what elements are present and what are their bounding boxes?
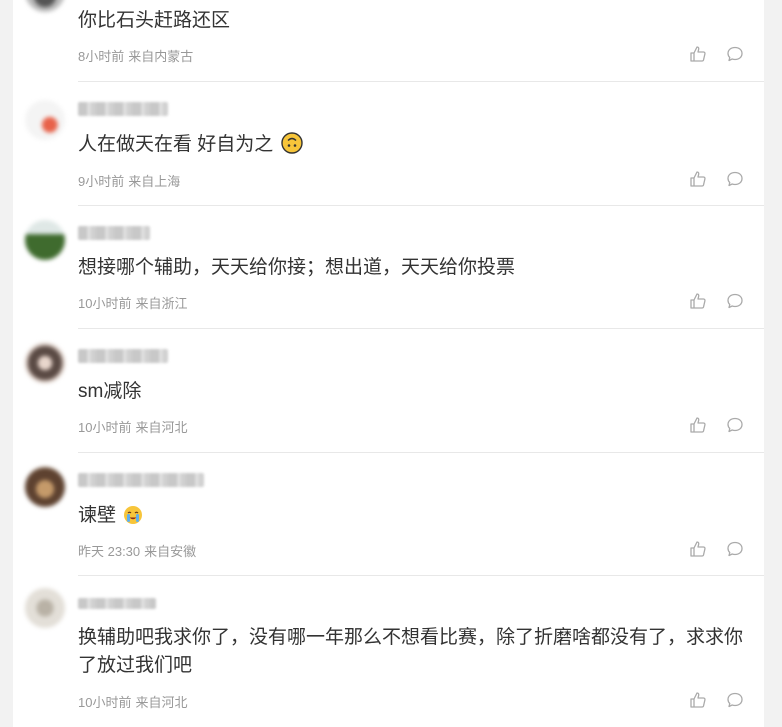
- username-blurred[interactable]: [78, 349, 168, 363]
- comment-time: 昨天 23:30: [78, 544, 141, 559]
- thumbs-up-icon[interactable]: [689, 691, 707, 709]
- avatar[interactable]: [25, 100, 65, 140]
- avatar[interactable]: [25, 467, 65, 507]
- username-blurred[interactable]: [78, 102, 168, 116]
- speech-bubble-icon[interactable]: [726, 540, 744, 558]
- comment-text: 谏壁: [78, 502, 744, 530]
- speech-bubble-icon[interactable]: [726, 292, 744, 310]
- comment-meta: 昨天 23:30 来自安徽: [78, 541, 200, 560]
- comment-location: 来自浙江: [135, 296, 188, 311]
- speech-bubble-icon[interactable]: [726, 691, 744, 709]
- comment-item: 你比石头赶路还区 8小时前 来自内蒙古: [13, 0, 764, 82]
- comment-item: 想接哪个辅助，天天给你接；想出道，天天给你投票 10小时前 来自浙江: [13, 206, 764, 329]
- comment-meta: 10小时前 来自河北: [78, 692, 191, 711]
- username-blurred[interactable]: [78, 226, 150, 240]
- comment-item: 谏壁 昨天 23:30 来自安徽: [13, 453, 764, 576]
- crying-face-emoji: [124, 506, 143, 524]
- comment-time: 8小时前: [78, 49, 125, 64]
- comment-location: 来自上海: [128, 174, 181, 189]
- speech-bubble-icon[interactable]: [726, 45, 744, 63]
- comment-time: 10小时前: [78, 695, 132, 710]
- comment-text: 你比石头赶路还区: [78, 10, 231, 31]
- username-blurred[interactable]: [78, 473, 204, 487]
- comment-text: sm减除: [78, 381, 142, 402]
- comment-meta: 8小时前 来自内蒙古: [78, 46, 197, 65]
- comment-time: 10小时前: [78, 296, 132, 311]
- speech-bubble-icon[interactable]: [726, 170, 744, 188]
- thumbs-up-icon[interactable]: [689, 45, 707, 63]
- comment-item: 换辅助吧我求你了，没有哪一年那么不想看比赛，除了折磨啥都没有了，求求你了放过我们…: [13, 576, 764, 727]
- comment-location: 来自河北: [135, 695, 188, 710]
- thumbs-up-icon[interactable]: [689, 416, 707, 434]
- thumbs-up-icon[interactable]: [689, 292, 707, 310]
- comment-text-content: 谏壁: [78, 505, 117, 526]
- comment-text-content: 人在做天在看 好自为之: [78, 134, 274, 155]
- avatar[interactable]: [25, 588, 65, 628]
- comment-item: 人在做天在看 好自为之 9小时前 来自上海: [13, 82, 764, 206]
- comment-time: 9小时前: [78, 174, 125, 189]
- username-blurred[interactable]: [78, 598, 156, 609]
- comment-location: 来自河北: [135, 420, 188, 435]
- avatar[interactable]: [25, 220, 65, 260]
- comment-text: 人在做天在看 好自为之: [78, 131, 744, 159]
- avatar[interactable]: [25, 343, 65, 383]
- comment-text: 想接哪个辅助，天天给你接；想出道，天天给你投票: [78, 257, 516, 278]
- comment-text: 换辅助吧我求你了，没有哪一年那么不想看比赛，除了折磨啥都没有了，求求你了放过我们…: [78, 627, 744, 676]
- avatar[interactable]: [25, 0, 65, 12]
- comment-meta: 10小时前 来自河北: [78, 417, 191, 436]
- thumbs-up-icon[interactable]: [689, 540, 707, 558]
- speech-bubble-icon[interactable]: [726, 416, 744, 434]
- comment-meta: 9小时前 来自上海: [78, 171, 184, 190]
- upside-down-face-emoji: [280, 132, 303, 154]
- comment-meta: 10小时前 来自浙江: [78, 293, 191, 312]
- thumbs-up-icon[interactable]: [689, 170, 707, 188]
- comment-time: 10小时前: [78, 420, 132, 435]
- comment-location: 来自内蒙古: [128, 49, 194, 64]
- comment-list: 你比石头赶路还区 8小时前 来自内蒙古 人在做天在看 好自为之 9小时前 来自上海 …: [13, 0, 764, 727]
- comment-location: 来自安徽: [144, 544, 197, 559]
- comment-item: sm减除 10小时前 来自河北: [13, 329, 764, 452]
